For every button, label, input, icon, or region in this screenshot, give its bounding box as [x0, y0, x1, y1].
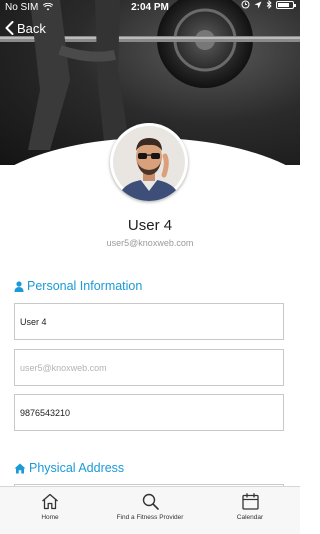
- phone-field[interactable]: [14, 394, 284, 431]
- search-icon: [142, 493, 159, 510]
- personal-info-heading: Personal Information: [14, 279, 142, 293]
- tab-calendar-label: Calendar: [236, 514, 264, 521]
- tab-home-label: Home: [41, 514, 59, 521]
- tab-bar: Home Find a Fitness Provider Calendar: [0, 486, 300, 534]
- physical-address-heading: Physical Address: [14, 461, 124, 475]
- user-icon: [14, 280, 24, 292]
- calendar-icon: [241, 493, 259, 510]
- tab-find-provider[interactable]: Find a Fitness Provider: [100, 487, 200, 534]
- status-icons: [241, 0, 296, 9]
- alarm-icon: [241, 0, 250, 9]
- chevron-left-icon: [5, 21, 14, 35]
- avatar[interactable]: [110, 123, 188, 201]
- tab-find-provider-label: Find a Fitness Provider: [116, 514, 184, 521]
- back-button[interactable]: Back: [5, 18, 46, 38]
- house-icon: [42, 493, 58, 510]
- battery-icon: [276, 0, 296, 9]
- name-field[interactable]: [14, 303, 284, 340]
- tab-calendar[interactable]: Calendar: [200, 487, 300, 534]
- user-email: user5@knoxweb.com: [106, 238, 194, 248]
- back-label: Back: [17, 20, 46, 36]
- email-field[interactable]: [14, 349, 284, 386]
- user-name: User 4: [127, 217, 173, 234]
- bluetooth-icon: [266, 0, 272, 9]
- location-icon: [254, 1, 262, 8]
- tab-home[interactable]: Home: [0, 487, 100, 534]
- home-icon: [14, 463, 26, 473]
- status-bar: No SIM 2:04 PM: [0, 0, 300, 16]
- avatar-photo: [113, 126, 185, 201]
- personal-info-title: Personal Information: [27, 279, 143, 293]
- physical-address-title: Physical Address: [29, 461, 125, 475]
